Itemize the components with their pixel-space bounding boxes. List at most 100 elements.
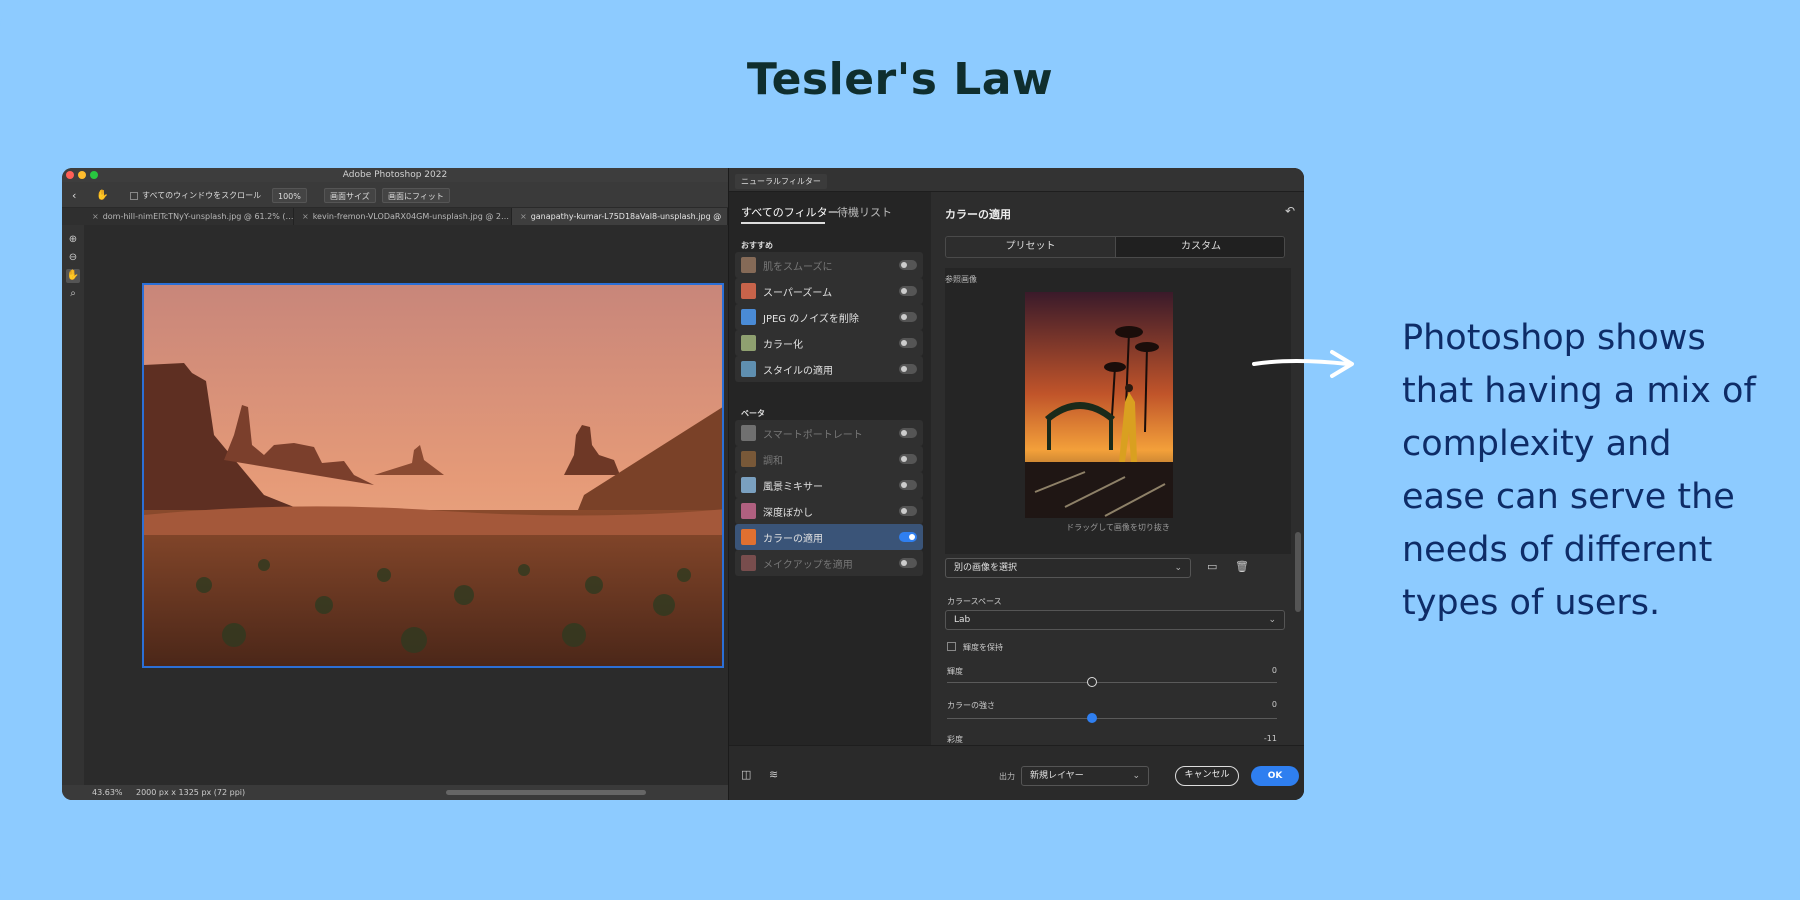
folder-icon[interactable]: ▭: [1207, 560, 1217, 573]
reference-image-box: 参照画像 ドラッグして画像を切り抜き: [945, 268, 1291, 554]
tools-panel: ⊕ ⊖ ✋ ⌕: [62, 225, 84, 785]
preset-tab[interactable]: プリセット: [946, 237, 1116, 257]
tab-underline: [741, 222, 825, 224]
filter-toggle[interactable]: [899, 312, 917, 322]
hand-icon[interactable]: ✋: [96, 188, 108, 203]
filter-label: スマートポートレート: [763, 430, 863, 441]
desert-photo: [142, 283, 724, 668]
neural-filters-header: ニューラルフィルター: [729, 168, 1304, 192]
color-space-label: カラースペース: [947, 597, 1002, 606]
filter-thumbnail-icon: [741, 555, 756, 571]
filter-toggle[interactable]: [899, 338, 917, 348]
filter-item[interactable]: 調和: [735, 446, 923, 472]
slider-knob-luminance[interactable]: [1087, 677, 1098, 687]
ok-button[interactable]: OK: [1251, 766, 1299, 786]
filter-item[interactable]: スマートポートレート: [735, 420, 923, 446]
chevron-down-icon: ⌄: [1268, 615, 1276, 625]
neural-filters-footer: ◫ ≋ 出力 新規レイヤー ⌄ キャンセル OK: [729, 745, 1304, 800]
desert-photo-image: [144, 285, 722, 666]
filter-thumbnail-icon: [741, 529, 756, 545]
neural-filters-panel: ニューラルフィルター すべてのフィルター 待機リスト おすすめ 肌をスムーズにス…: [728, 168, 1304, 800]
zoom-out-icon[interactable]: ⊖: [66, 251, 80, 265]
split-view-icon[interactable]: ◫: [741, 768, 751, 781]
chevron-left-icon[interactable]: ‹: [72, 188, 76, 203]
filter-item[interactable]: JPEG のノイズを削除: [735, 304, 923, 330]
document-tab-1[interactable]: × dom-hill-nimElTcTNyY-unsplash.jpg @ 61.…: [84, 208, 294, 225]
preserve-luminance-checkbox[interactable]: [947, 642, 956, 651]
filter-thumbnail-icon: [741, 477, 756, 493]
filter-label: 調和: [763, 456, 783, 467]
close-tab-icon[interactable]: ×: [520, 212, 527, 221]
close-tab-icon[interactable]: ×: [302, 212, 309, 221]
zoom-100-button[interactable]: 100%: [272, 188, 307, 203]
filter-toggle[interactable]: [899, 480, 917, 490]
color-space-value: Lab: [954, 615, 971, 625]
slide-card: Tesler's Law Adobe Photoshop 2022 ‹ ✋ すべ…: [0, 0, 1800, 900]
filter-item[interactable]: カラー化: [735, 330, 923, 356]
hand-tool-icon[interactable]: ✋: [66, 269, 80, 283]
output-label: 出力: [999, 772, 1015, 781]
scroll-all-windows-checkbox[interactable]: すべてのウィンドウをスクロール: [130, 188, 261, 203]
zoom-in-icon[interactable]: ⊕: [66, 233, 80, 247]
document-tab-2[interactable]: × kevin-fremon-VLODaRX04GM-unsplash.jpg @…: [294, 208, 512, 225]
filter-thumbnail-icon: [741, 257, 756, 273]
zoom-level[interactable]: 43.63%: [92, 785, 123, 800]
filter-item[interactable]: 肌をスムーズに: [735, 252, 923, 278]
filter-item[interactable]: スーパーズーム: [735, 278, 923, 304]
filter-toggle[interactable]: [899, 506, 917, 516]
filter-item[interactable]: 深度ぼかし: [735, 498, 923, 524]
fill-screen-button[interactable]: 画面にフィット: [382, 188, 450, 203]
close-window-button[interactable]: [66, 171, 74, 179]
filter-toggle[interactable]: [899, 364, 917, 374]
filter-thumbnail-icon: [741, 283, 756, 299]
preset-custom-toggle: プリセット カスタム: [945, 236, 1285, 258]
tab-label: dom-hill-nimElTcTNyY-unsplash.jpg @ 61.2…: [102, 212, 294, 221]
filter-toggle[interactable]: [899, 260, 917, 270]
filter-toggle[interactable]: [899, 558, 917, 568]
filter-item[interactable]: メイクアップを適用: [735, 550, 923, 576]
filter-list: すべてのフィルター 待機リスト おすすめ 肌をスムーズに スーパーズーム JPEG …: [729, 192, 931, 745]
cancel-button[interactable]: キャンセル: [1175, 766, 1239, 786]
slider-track-luminance[interactable]: [947, 682, 1277, 683]
filter-label: カラー化: [763, 340, 803, 351]
trash-icon[interactable]: 🗑: [1235, 560, 1249, 573]
chevron-down-icon: ⌄: [1174, 563, 1182, 573]
slider-knob-intensity[interactable]: [1087, 713, 1098, 723]
caption-text: Photoshop shows that having a mix of com…: [1402, 318, 1756, 623]
filter-item[interactable]: スタイルの適用: [735, 356, 923, 382]
filter-label: 深度ぼかし: [763, 508, 813, 519]
reference-image[interactable]: [1025, 292, 1173, 518]
custom-tab[interactable]: カスタム: [1116, 237, 1284, 257]
page-title: Tesler's Law: [746, 54, 1054, 105]
filter-toggle[interactable]: [899, 454, 917, 464]
horizontal-scrollbar[interactable]: [446, 790, 646, 795]
filter-toggle[interactable]: [899, 428, 917, 438]
minimize-window-button[interactable]: [78, 171, 86, 179]
slider-track-intensity[interactable]: [947, 718, 1277, 719]
fit-screen-button[interactable]: 画面サイズ: [324, 188, 376, 203]
output-dropdown[interactable]: 新規レイヤー ⌄: [1021, 766, 1149, 786]
reset-icon[interactable]: ↶: [1285, 204, 1295, 218]
layers-icon[interactable]: ≋: [769, 768, 778, 781]
filter-item[interactable]: 風景ミキサー: [735, 472, 923, 498]
filter-toggle[interactable]: [899, 286, 917, 296]
tab-all-filters[interactable]: すべてのフィルター: [741, 204, 839, 220]
maximize-window-button[interactable]: [90, 171, 98, 179]
scroll-all-label: すべてのウィンドウをスクロール: [142, 191, 262, 200]
color-space-dropdown[interactable]: Lab ⌄: [945, 610, 1285, 630]
output-value: 新規レイヤー: [1030, 771, 1084, 781]
reference-image-label: 参照画像: [945, 275, 977, 284]
document-info: 2000 px x 1325 px (72 ppi): [136, 788, 246, 797]
filter-item[interactable]: カラーの適用: [735, 524, 923, 550]
document-canvas[interactable]: [84, 225, 728, 785]
choose-image-dropdown[interactable]: 別の画像を選択 ⌄: [945, 558, 1191, 578]
slider-label-luminance: 輝度: [947, 667, 963, 676]
filter-toggle[interactable]: [899, 532, 917, 542]
magnifier-icon[interactable]: ⌕: [66, 287, 80, 301]
document-tabs: × dom-hill-nimElTcTNyY-unsplash.jpg @ 61.…: [62, 208, 728, 225]
filter-thumbnail-icon: [741, 335, 756, 351]
tab-waitlist[interactable]: 待機リスト: [837, 204, 892, 220]
settings-scrollbar[interactable]: [1295, 532, 1301, 612]
document-tab-3[interactable]: × ganapathy-kumar-L75D18aVal8-unsplash.jp…: [512, 208, 728, 225]
close-tab-icon[interactable]: ×: [92, 212, 99, 221]
